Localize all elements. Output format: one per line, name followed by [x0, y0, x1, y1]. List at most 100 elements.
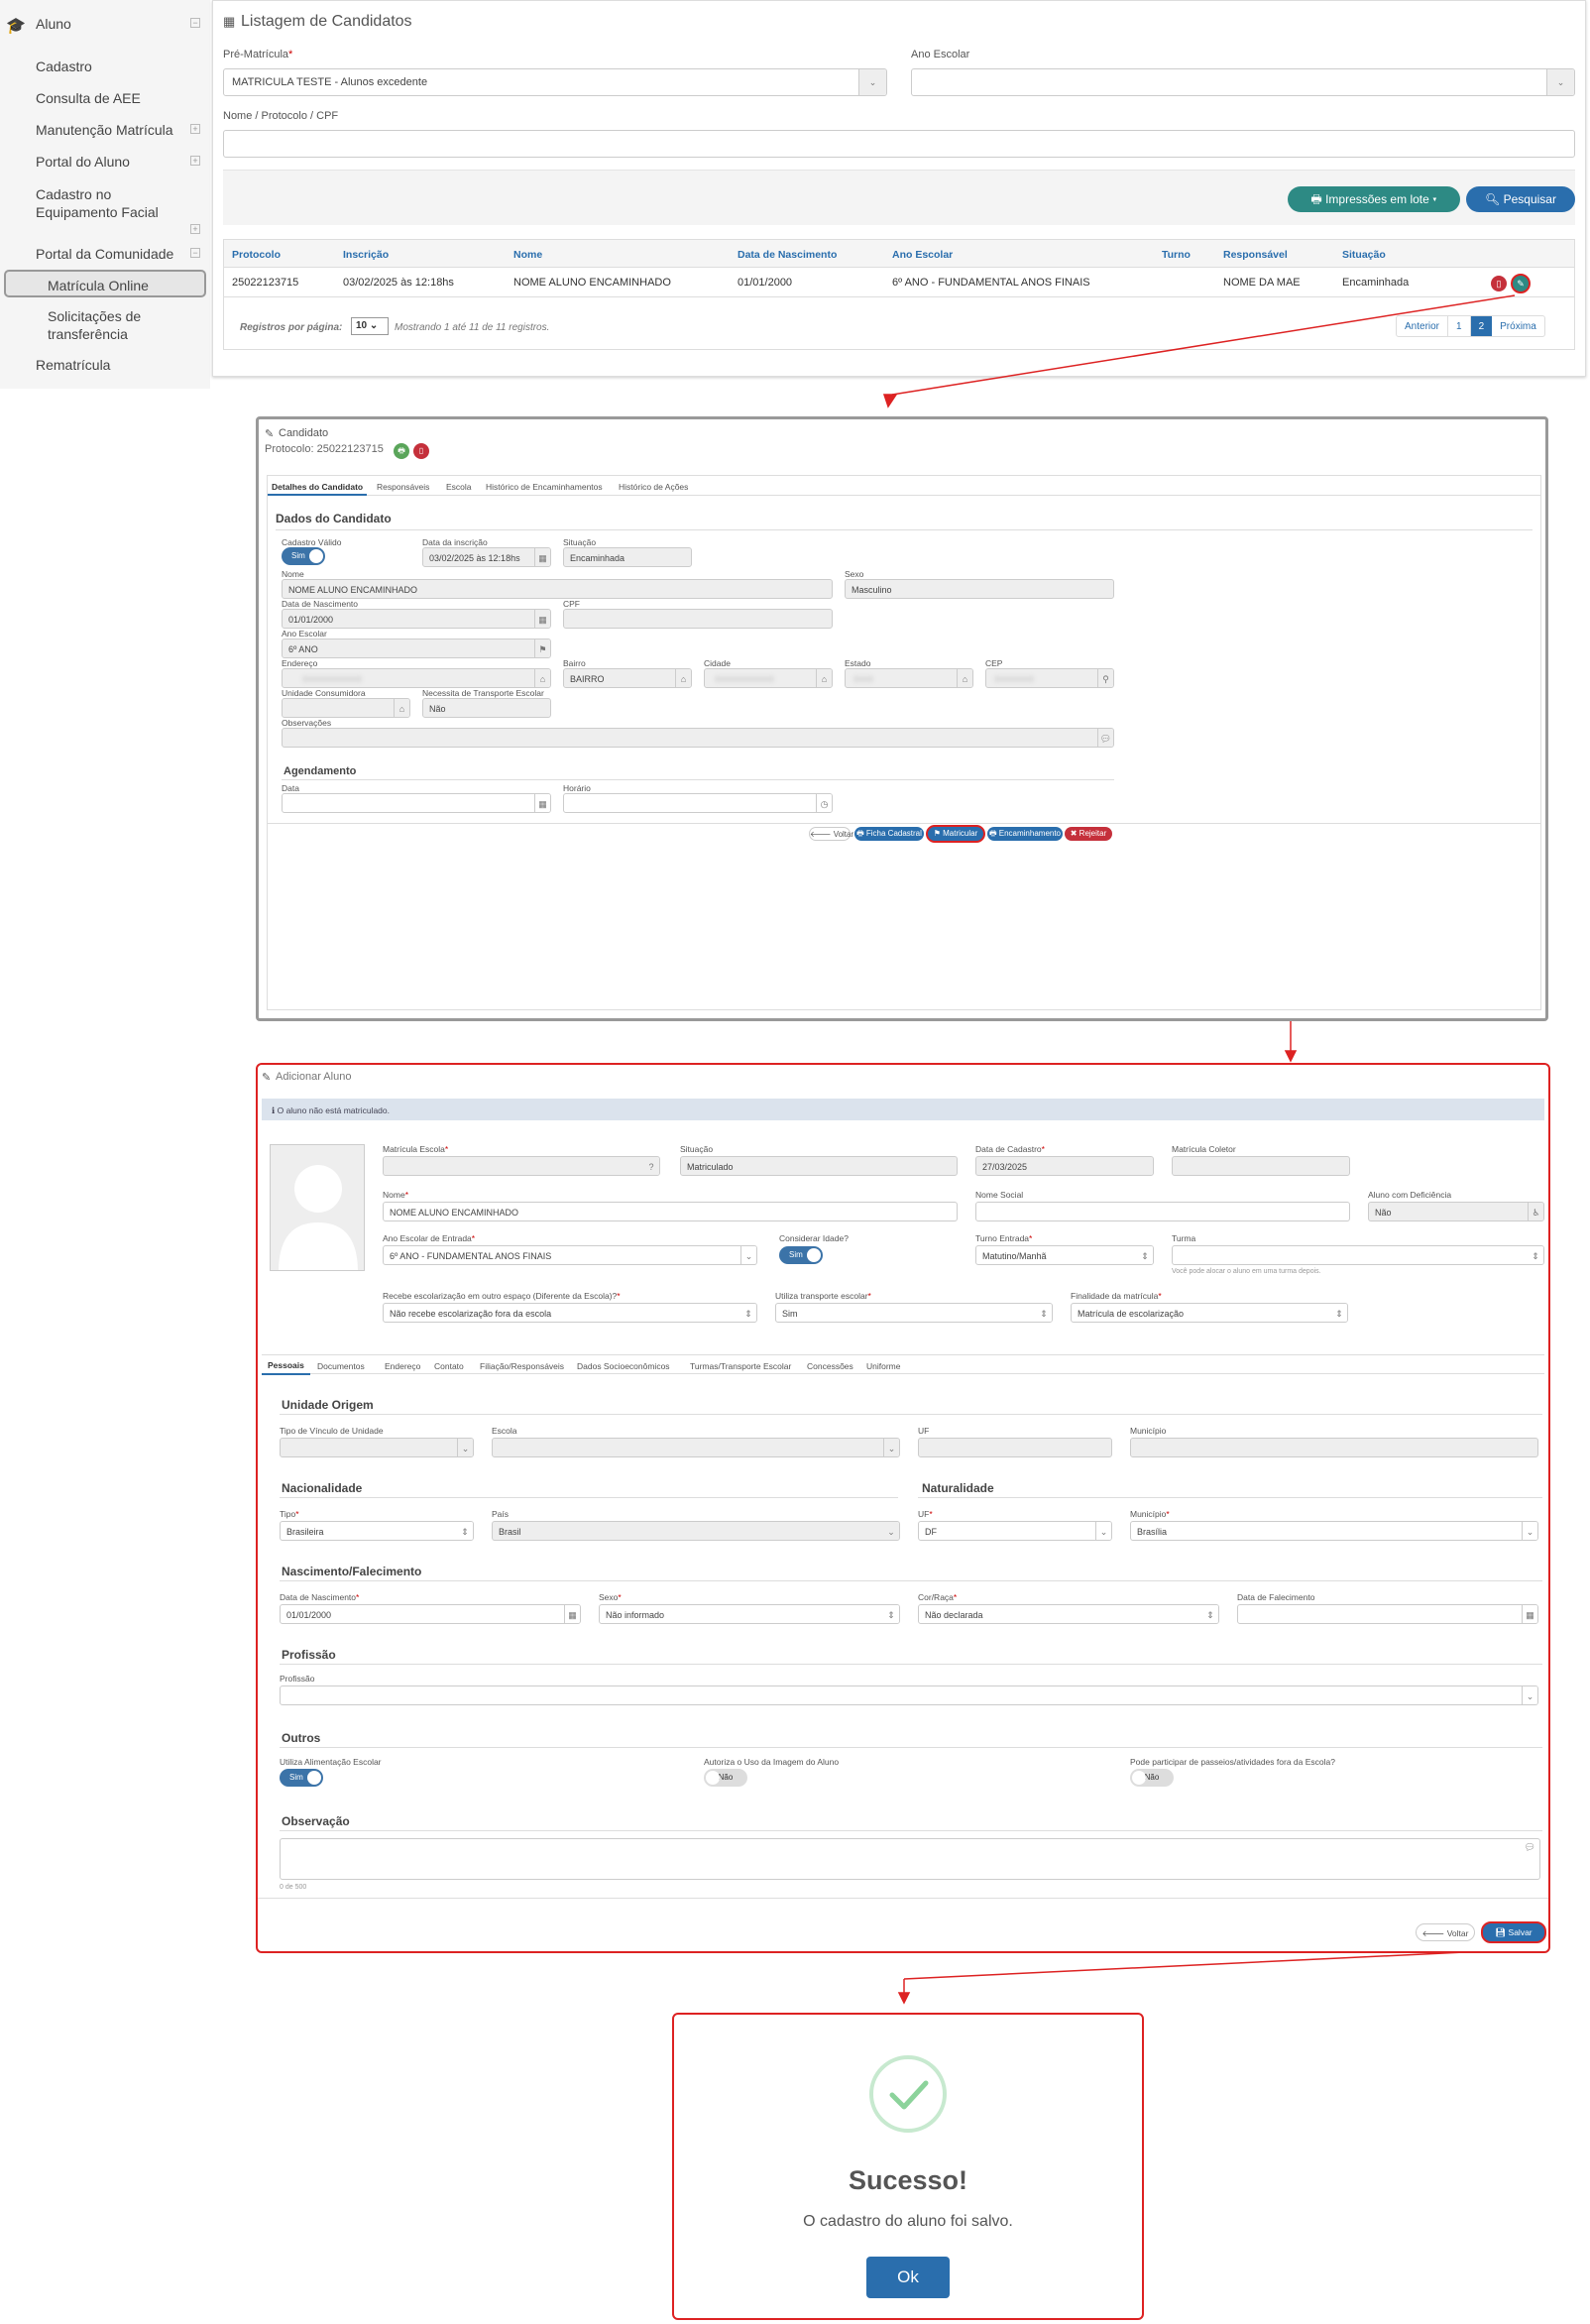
toggle-label: Sim [289, 1773, 303, 1782]
voltar-button[interactable]: 🡐 Voltar [809, 827, 853, 841]
print-icon[interactable]: 🖶 [394, 443, 409, 459]
calendar-icon: ▦ [1522, 1605, 1537, 1623]
mun-label: Município [1130, 1426, 1167, 1436]
unidade-origem-title: Unidade Origem [282, 1398, 374, 1412]
adicionar-aluno-panel: ✎ Adicionar Aluno ℹ O aluno não está mat… [256, 1063, 1550, 1953]
cor-raca-select[interactable]: Não declarada ⇕ [918, 1604, 1219, 1624]
section-title: Dados do Candidato [276, 512, 392, 525]
chevron-down-icon: ⌄ [457, 1439, 473, 1456]
tab-turmas[interactable]: Turmas/Transporte Escolar [690, 1361, 791, 1371]
profissao-select[interactable]: ⌄ [280, 1685, 1538, 1705]
arrow-head [897, 1992, 911, 2005]
blurred-value [302, 676, 362, 682]
uso-imagem-toggle[interactable]: Não [704, 1769, 747, 1787]
tab-socioeconomicos[interactable]: Dados Socioeconômicos [577, 1361, 670, 1371]
agendamento-title: Agendamento [284, 765, 357, 777]
turnoent-label: Turno Entrada* [975, 1233, 1033, 1243]
home-icon: ⌂ [394, 699, 409, 717]
info-alert: ℹ O aluno não está matriculado. [262, 1099, 1544, 1120]
edit-icon: ✎ [262, 1072, 272, 1084]
matricular-button[interactable]: ⚑ Matricular [926, 825, 985, 843]
value: DF [925, 1527, 937, 1537]
data-nascimento-input[interactable]: 01/01/2000 ▦ [280, 1604, 581, 1624]
voltar-button[interactable]: 🡐 Voltar [1416, 1923, 1475, 1941]
data-insc-label: Data da inscrição [422, 537, 488, 547]
tab-escola[interactable]: Escola [446, 482, 472, 492]
calendar-icon: ▦ [534, 610, 550, 628]
nacionalidade-title: Nacionalidade [282, 1481, 363, 1495]
tab-detalhes[interactable]: Detalhes do Candidato [268, 476, 368, 496]
value: NOME ALUNO ENCAMINHADO [288, 585, 418, 595]
tab-uniforme[interactable]: Uniforme [866, 1361, 900, 1371]
passeio-toggle[interactable]: Não [1130, 1769, 1174, 1787]
tab-bar: Pessoais Documentos Endereço Contato Fil… [262, 1354, 1544, 1375]
fin-label: Finalidade da matrícula* [1071, 1291, 1162, 1301]
tab-hist-acoes[interactable]: Histórico de Ações [619, 482, 688, 492]
transporte-select[interactable]: Sim ⇕ [775, 1303, 1053, 1323]
dcad-label: Data de Cadastro* [975, 1144, 1045, 1154]
tipo-label: Tipo* [280, 1509, 299, 1519]
home-icon: ⌂ [957, 669, 972, 687]
tab-contato[interactable]: Contato [434, 1361, 464, 1371]
cad-valido-toggle[interactable]: Sim [282, 547, 325, 565]
toggle-label: Sim [291, 551, 305, 560]
blurred-value [853, 676, 873, 682]
observacao-textarea[interactable]: 💬︎ [280, 1838, 1540, 1880]
tipo-nacionalidade-select[interactable]: Brasileira ⇕ [280, 1521, 474, 1541]
recebe-escolarizacao-select[interactable]: Não recebe escolarização fora da escola ⇕ [383, 1303, 757, 1323]
utr-label: Utiliza transporte escolar* [775, 1291, 871, 1301]
tab-hist-enc[interactable]: Histórico de Encaminhamentos [486, 482, 603, 492]
toggle-label: Não [1144, 1773, 1160, 1782]
tab-pessoais[interactable]: Pessoais [262, 1355, 310, 1375]
finalidade-select[interactable]: Matrícula de escolarização ⇕ [1071, 1303, 1348, 1323]
panel-title: Adicionar Aluno [276, 1071, 352, 1083]
arrow-line [891, 294, 1516, 396]
nome-label: Nome* [383, 1190, 408, 1200]
label: Rejeitar [1079, 829, 1107, 838]
wheelchair-icon: ♿︎ [1528, 1203, 1543, 1220]
encaminhamento-button[interactable]: 🖶 Encaminhamento [987, 827, 1063, 841]
endereco-label: Endereço [282, 658, 318, 668]
value: NOME ALUNO ENCAMINHADO [390, 1208, 519, 1218]
data-falecimento-input[interactable]: ▦ [1237, 1604, 1538, 1624]
success-check-icon [869, 2055, 947, 2133]
turno-entrada-select[interactable]: Matutino/Manhã ⇕ [975, 1245, 1154, 1265]
uf-select[interactable]: DF ⌄ [918, 1521, 1112, 1541]
tab-responsaveis[interactable]: Responsáveis [377, 482, 429, 492]
agend-hora-input[interactable]: ◷ [563, 793, 833, 813]
ok-button[interactable]: Ok [866, 2257, 950, 2298]
data-insc-field: 03/02/2025 às 12:18hs ▦ [422, 547, 551, 567]
municipio-select[interactable]: Brasília ⌄ [1130, 1521, 1538, 1541]
escola-label: Escola [492, 1426, 517, 1436]
nsoc-label: Nome Social [975, 1190, 1024, 1200]
trash-icon[interactable]: ▯ [413, 443, 429, 459]
agend-data-input[interactable]: ▦ [282, 793, 551, 813]
value: Matrícula de escolarização [1078, 1309, 1185, 1319]
alimentacao-toggle[interactable]: Sim [280, 1769, 323, 1787]
estado-label: Estado [845, 658, 871, 668]
tab-filiacao[interactable]: Filiação/Responsáveis [480, 1361, 564, 1371]
updown-icon: ⇕ [1137, 1246, 1153, 1264]
tab-documentos[interactable]: Documentos [317, 1361, 365, 1371]
label: Matricular [943, 829, 978, 838]
tab-endereco[interactable]: Endereço [385, 1361, 420, 1371]
nome-input[interactable]: NOME ALUNO ENCAMINHADO [383, 1202, 958, 1221]
ano-entrada-select[interactable]: 6º ANO - FUNDAMENTAL ANOS FINAIS ⌄ [383, 1245, 757, 1265]
rejeitar-button[interactable]: ✖ Rejeitar [1065, 827, 1112, 841]
uf-origem-field [918, 1438, 1112, 1457]
cep-label: CEP [985, 658, 1003, 668]
uc-label: Unidade Consumidora [282, 688, 366, 698]
cep-field: ⚲ [985, 668, 1114, 688]
ficha-button[interactable]: 🖶 Ficha Cadastral [854, 827, 924, 841]
tab-concessoes[interactable]: Concessões [807, 1361, 853, 1371]
img-label: Autoriza o Uso da Imagem do Aluno [704, 1757, 840, 1767]
situacao-field: Matriculado [680, 1156, 958, 1176]
nascimento-title: Nascimento/Falecimento [282, 1565, 422, 1578]
nome-social-input[interactable] [975, 1202, 1350, 1221]
avatar[interactable] [270, 1144, 365, 1271]
value: 6º ANO [288, 644, 318, 654]
sexo-select[interactable]: Não informado ⇕ [599, 1604, 900, 1624]
considerar-idade-toggle[interactable]: Sim [779, 1246, 823, 1264]
salvar-button[interactable]: 💾︎ Salvar [1481, 1921, 1546, 1943]
turma-select[interactable]: ⇕ [1172, 1245, 1544, 1265]
